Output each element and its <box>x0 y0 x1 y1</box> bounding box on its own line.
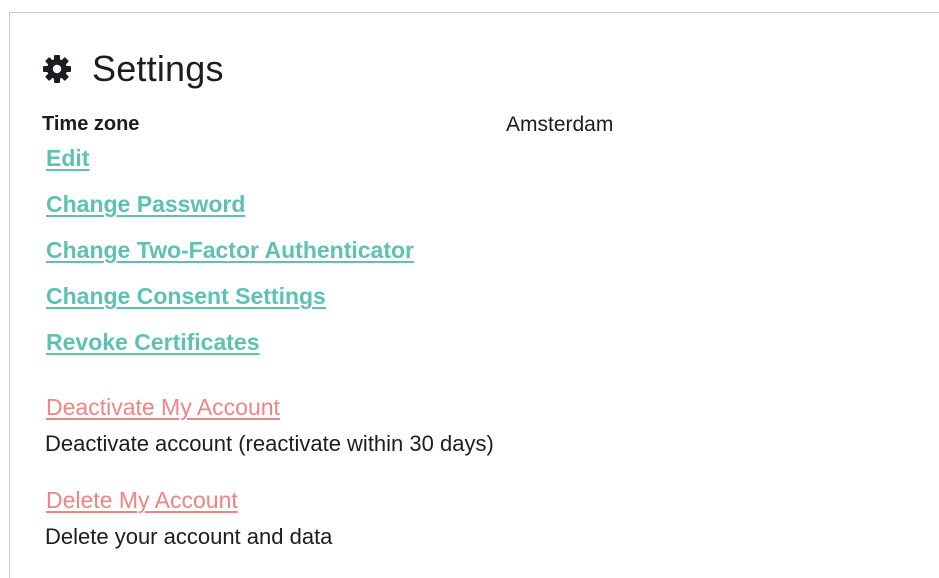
time-zone-label: Time zone <box>42 113 140 135</box>
delete-account-link[interactable]: Delete My Account <box>46 487 238 514</box>
deactivate-account-description: Deactivate account (reactivate within 30… <box>45 431 494 456</box>
time-zone-value: Amsterdam <box>506 113 614 136</box>
revoke-certificates-link[interactable]: Revoke Certificates <box>46 329 260 356</box>
delete-account-description: Delete your account and data <box>45 524 333 549</box>
edit-time-zone-link[interactable]: Edit <box>46 145 89 172</box>
page-title: Settings <box>92 48 224 89</box>
change-two-factor-link[interactable]: Change Two-Factor Authenticator <box>46 237 414 264</box>
change-consent-settings-link[interactable]: Change Consent Settings <box>46 283 326 310</box>
deactivate-account-link[interactable]: Deactivate My Account <box>46 394 280 421</box>
settings-header: Settings <box>42 48 224 90</box>
time-zone-row: Time zone Amsterdam <box>42 113 682 141</box>
change-password-link[interactable]: Change Password <box>46 191 245 218</box>
gear-icon <box>42 54 72 84</box>
